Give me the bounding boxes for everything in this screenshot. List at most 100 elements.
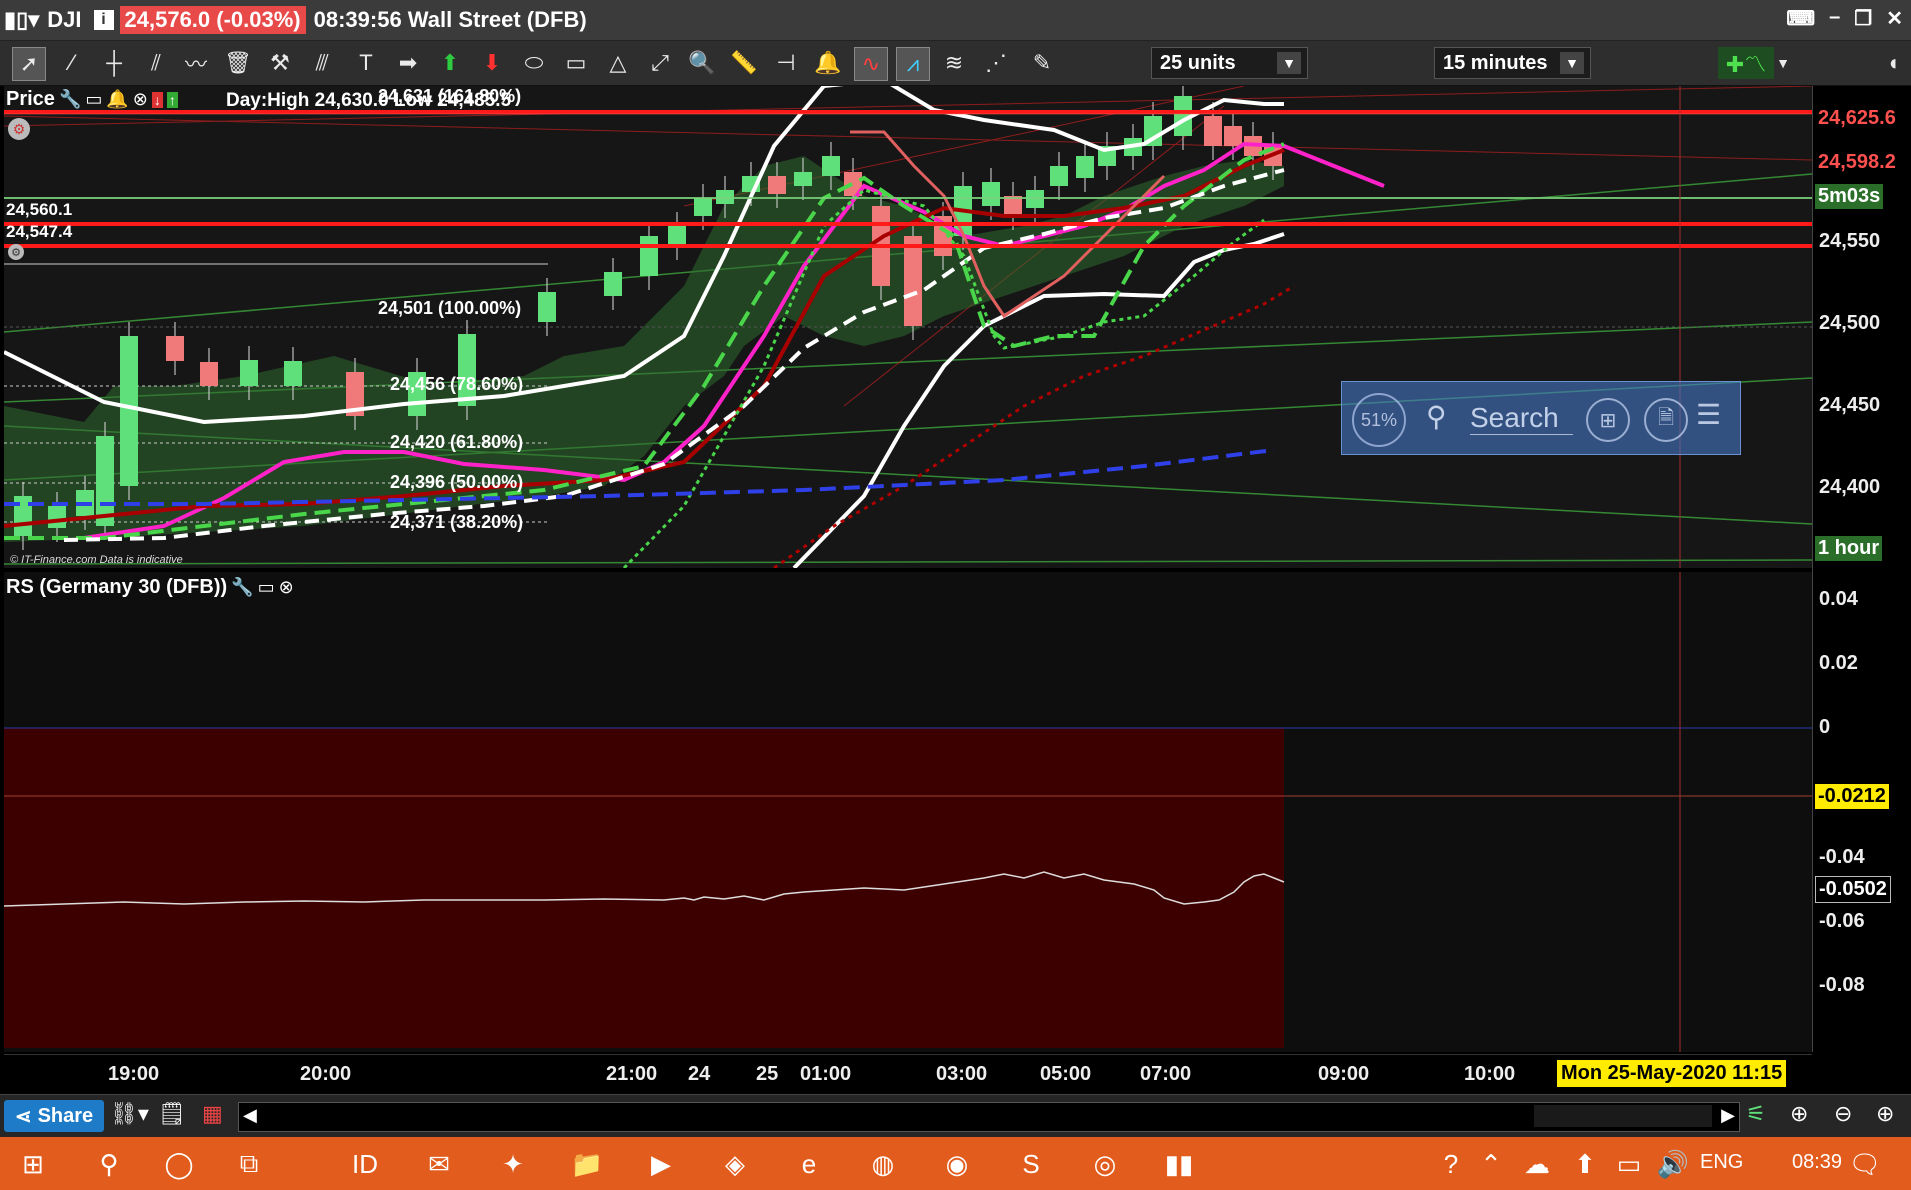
crosshair-line-icon[interactable]: ⊣ — [770, 47, 802, 79]
magnifier-icon[interactable]: 🔍 — [686, 47, 718, 79]
apps-grid-icon[interactable]: ⊞ — [1586, 398, 1630, 442]
text-tool-icon[interactable]: T — [350, 47, 382, 79]
upload-icon[interactable]: ⬆ — [1566, 1145, 1604, 1183]
ruler-icon[interactable]: 📏 — [728, 47, 760, 79]
add-indicator-icon[interactable]: ✚〽 — [1718, 47, 1774, 79]
channel-tool-icon[interactable]: ⫽ — [140, 47, 172, 79]
trend-tool-icon[interactable]: 〰 — [180, 47, 212, 79]
s-app-icon[interactable]: S — [1012, 1145, 1050, 1183]
share-button[interactable]: ⋖ Share — [4, 1100, 104, 1132]
pointer-tool-icon[interactable]: ➚ — [12, 47, 46, 81]
window-icon[interactable]: ▭ — [258, 577, 275, 598]
fib-fan-icon[interactable]: ⋰ — [980, 47, 1012, 79]
units-dropdown[interactable]: 25 units ▼ — [1151, 47, 1308, 79]
trading-app-icon[interactable]: ▮▮ — [1160, 1145, 1198, 1183]
trash-icon[interactable]: 🗑 — [222, 47, 254, 79]
resize-icon[interactable]: ⤢ — [644, 47, 676, 79]
time-tick: 03:00 — [936, 1063, 988, 1085]
chevron-down-icon[interactable]: ▼ — [1774, 47, 1792, 79]
chart-settings-icon[interactable]: ⚟ — [1746, 1101, 1766, 1127]
info-icon[interactable]: i — [93, 10, 114, 30]
chat-app-icon[interactable]: ◉ — [938, 1145, 976, 1183]
scrollbar-thumb[interactable] — [1534, 1105, 1712, 1127]
candle-body — [166, 336, 184, 361]
notes-icon[interactable]: 🗒 — [158, 1101, 186, 1127]
chevron-up-icon[interactable]: ⌃ — [1472, 1145, 1510, 1183]
minimize-icon[interactable]: – — [1829, 6, 1840, 31]
file-explorer-icon[interactable]: 📁 — [568, 1145, 606, 1183]
settings-gear-icon[interactable]: ⚙ — [8, 244, 24, 260]
restore-icon[interactable]: ❐ — [1854, 6, 1872, 31]
wave-tool-icon[interactable]: ∿ — [854, 47, 888, 81]
rs-indicator-pane[interactable]: RS (Germany 30 (DFB)) 🔧 ▭ ⊗ — [4, 572, 1812, 1052]
app-id-icon[interactable]: ID — [346, 1145, 384, 1183]
keyboard-icon[interactable]: ⌨ — [1786, 6, 1815, 31]
arrow-up-icon[interactable]: ⬆ — [434, 47, 466, 79]
line-tool-icon[interactable]: ⁄ — [56, 47, 88, 79]
scroll-right-icon[interactable]: ▶ — [1721, 1105, 1735, 1126]
alert-bell-icon[interactable]: 🔔 — [812, 47, 844, 79]
chrome-icon[interactable]: ◎ — [1086, 1145, 1124, 1183]
firefox-icon[interactable]: ◍ — [864, 1145, 902, 1183]
value-axis[interactable]: 24,625.6 24,598.2 5m03s 24,550 24,500 24… — [1812, 86, 1911, 1052]
arrow-right-icon[interactable]: ➡ — [392, 47, 424, 79]
candle-body — [768, 176, 786, 194]
windows-start-icon[interactable]: ⊞ — [14, 1145, 52, 1183]
scroll-right-icon[interactable]: ◖ — [1880, 47, 1906, 79]
buy-icon[interactable]: ↑ — [166, 91, 178, 108]
wrench-icon[interactable]: 🔧 — [59, 89, 81, 110]
help-icon[interactable]: ? — [1432, 1145, 1470, 1183]
fibonacci-icon[interactable]: ⫻ — [306, 47, 338, 79]
edge-browser-icon[interactable]: e — [790, 1145, 828, 1183]
zoom-out-icon[interactable]: ⊖ — [1834, 1101, 1852, 1127]
volume-icon[interactable]: 🔊 — [1654, 1145, 1692, 1183]
time-axis[interactable]: 19:00 20:00 21:00 24 25 01:00 03:00 05:0… — [4, 1054, 1812, 1095]
taskbar-clock[interactable]: 08:39 — [1792, 1151, 1842, 1174]
triangle-icon[interactable]: △ — [602, 47, 634, 79]
settings-gear-icon[interactable]: ⚙ — [8, 118, 30, 140]
ellipse-icon[interactable]: ⬭ — [518, 47, 550, 79]
interval-dropdown[interactable]: 15 minutes ▼ — [1434, 47, 1591, 79]
close-circle-icon[interactable]: ⊗ — [133, 89, 148, 110]
market-time-label: 08:39:56 Wall Street (DFB) — [313, 7, 587, 32]
document-icon[interactable]: 🗎 — [1644, 398, 1688, 442]
zoom-in-icon[interactable]: ⊕ — [1876, 1101, 1894, 1127]
chart-scrollbar[interactable]: ◀ ▶ — [238, 1102, 1740, 1132]
cursor-date-badge: Mon 25-May-2020 11:15 — [1557, 1060, 1787, 1087]
scroll-left-icon[interactable]: ◀ — [243, 1105, 257, 1126]
notifications-icon[interactable]: 🗨 — [1846, 1145, 1884, 1183]
media-player-icon[interactable]: ▶ — [642, 1145, 680, 1183]
bell-icon[interactable]: 🔔 — [106, 89, 128, 110]
close-icon[interactable]: ✕ — [1886, 6, 1903, 31]
close-circle-icon[interactable]: ⊗ — [279, 577, 294, 598]
brave-browser-icon[interactable]: ◈ — [716, 1145, 754, 1183]
rectangle-icon[interactable]: ▭ — [560, 47, 592, 79]
table-icon[interactable]: ▦ — [202, 1101, 223, 1127]
fan-tool-icon[interactable]: ≋ — [938, 47, 970, 79]
wrench-icon[interactable]: 🔧 — [231, 577, 253, 598]
mail-icon[interactable]: ✉ — [420, 1145, 458, 1183]
time-tick: 05:00 — [1040, 1063, 1092, 1085]
link-icon[interactable]: ⛓▾ — [110, 1101, 149, 1127]
arrow-down-icon[interactable]: ⬇ — [476, 47, 508, 79]
network-icon[interactable]: ▭ — [1610, 1145, 1648, 1183]
chart-type-icon[interactable]: ▮▯▾ — [4, 7, 39, 33]
price-chart-pane[interactable]: Price 🔧 ▭ 🔔 ⊗ ↓ ↑ Day:High 24,630.0 Low … — [4, 86, 1812, 568]
task-view-icon[interactable]: ⧉ — [230, 1145, 268, 1183]
search-placeholder[interactable]: Search — [1470, 402, 1573, 435]
zigzag-tool-icon[interactable]: ⩘ — [896, 47, 930, 81]
window-icon[interactable]: ▭ — [85, 89, 102, 110]
zoom-fit-icon[interactable]: ⊕ — [1790, 1101, 1808, 1127]
left-level-label-2: 24,547.4 — [6, 222, 73, 241]
cortana-icon[interactable]: ◯ — [160, 1145, 198, 1183]
language-indicator[interactable]: ENG — [1700, 1151, 1743, 1174]
search-icon[interactable]: ⚲ — [90, 1145, 128, 1183]
vertical-line-icon[interactable]: ┼ — [98, 47, 130, 79]
tools-icon[interactable]: ⚒ — [264, 47, 296, 79]
onedrive-cloud-icon[interactable]: ☁ — [1518, 1145, 1556, 1183]
search-overlay[interactable]: 51% ⚲ Search ⊞ 🗎 ☰ — [1341, 381, 1741, 455]
pen-tool-icon[interactable]: ✎ — [1026, 47, 1058, 79]
menu-icon[interactable]: ☰ — [1696, 398, 1721, 431]
sell-icon[interactable]: ↓ — [151, 91, 163, 108]
office-icon[interactable]: ✦ — [494, 1145, 532, 1183]
